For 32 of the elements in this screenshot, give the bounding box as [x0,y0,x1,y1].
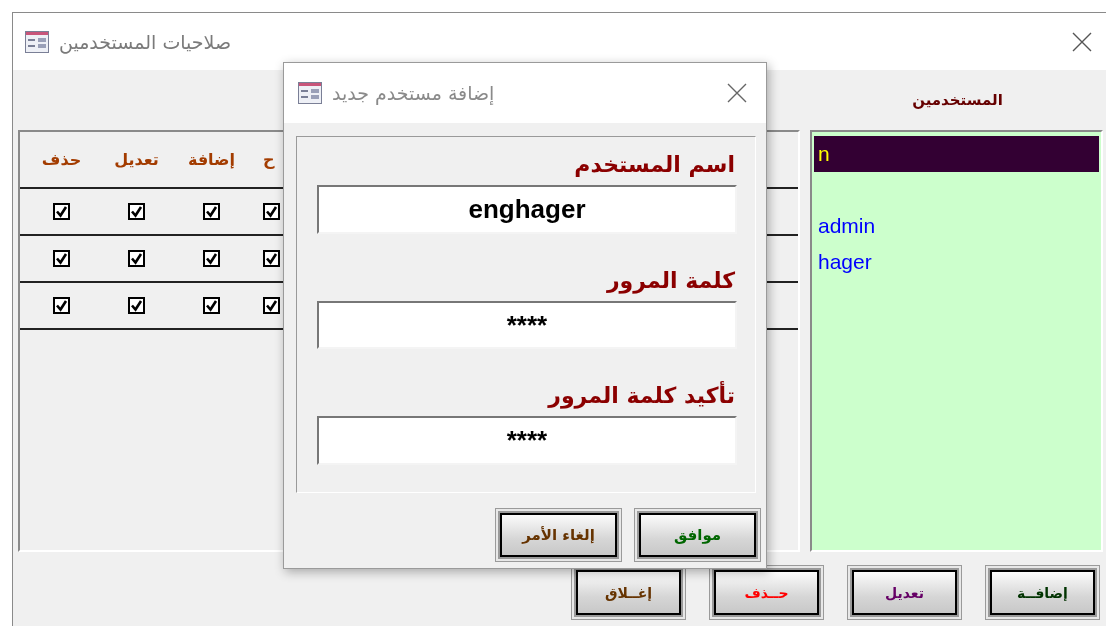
user-item[interactable]: admin [814,208,1099,244]
column-header: إضافة [186,150,237,169]
checkbox[interactable] [128,250,145,267]
column-header: حذف [40,150,83,169]
close-icon[interactable] [1072,31,1092,52]
close-icon[interactable] [727,83,747,103]
checkbox[interactable] [203,250,220,267]
window-title: صلاحيات المستخدمين [59,30,231,53]
user-item[interactable]: hager [814,244,1099,280]
input-field[interactable]: **** [317,416,737,465]
checkbox[interactable] [263,250,280,267]
checkbox[interactable] [203,203,220,220]
field-label: كلمة المرور [605,266,736,296]
checkbox[interactable] [53,250,70,267]
checkbox[interactable] [263,203,280,220]
input-field[interactable]: **** [317,300,737,350]
checkbox[interactable] [53,297,70,314]
field-label: تأكيد كلمة المرور [546,380,736,411]
column-header: ح [262,150,275,169]
checkbox[interactable] [128,297,145,314]
user-item[interactable]: n [814,136,1099,172]
form-icon [25,30,49,53]
input-field[interactable]: enghager [317,185,737,234]
form-icon [298,82,322,104]
checkbox[interactable] [263,297,280,314]
column-header: تعديل [113,150,160,169]
checkbox[interactable] [203,297,220,314]
checkbox[interactable] [128,203,145,220]
checkbox[interactable] [53,203,70,220]
dialog-title: إضافة مستخدم جديد [332,82,495,104]
field-label: اسم المستخدم [573,151,736,179]
users-title: المستخدمين [911,91,1004,109]
